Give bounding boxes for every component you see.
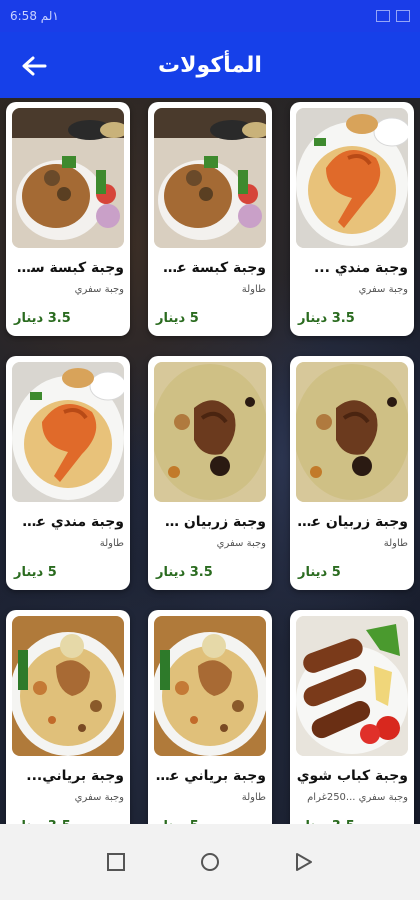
food-type: وجبة سفري bbox=[74, 792, 124, 803]
food-price: 3.5 دينار bbox=[14, 311, 71, 326]
food-price: 5 دينار bbox=[14, 565, 57, 580]
food-card[interactable]: وجبة مندي عل... طاولة 5 دينار bbox=[6, 356, 130, 590]
food-name: وجبة كبسة عل... bbox=[154, 260, 266, 276]
recents-button[interactable] bbox=[104, 850, 128, 874]
food-image bbox=[154, 616, 266, 756]
food-list[interactable]: وجبة مندي ... وجبة سفري 3.5 دينار وجبة ك… bbox=[0, 98, 420, 824]
food-price: 5 دينار bbox=[298, 565, 341, 580]
food-card[interactable]: وجبة زربيان عل... طاولة 5 دينار bbox=[290, 356, 414, 590]
status-bar: 6:58 ١لم bbox=[0, 0, 420, 32]
food-price: 3.5 دينار bbox=[298, 311, 355, 326]
home-button[interactable] bbox=[198, 850, 222, 874]
system-nav-bar bbox=[0, 824, 420, 900]
food-type: وجبة سفري bbox=[74, 284, 124, 295]
food-image bbox=[154, 108, 266, 248]
food-card[interactable]: وجبة برياني عل... طاولة 5 دينار bbox=[148, 610, 272, 824]
food-image bbox=[154, 362, 266, 502]
arrow-left-icon bbox=[22, 56, 47, 76]
food-card[interactable]: وجبة مندي ... وجبة سفري 3.5 دينار bbox=[290, 102, 414, 336]
food-type: طاولة bbox=[241, 284, 266, 295]
food-card[interactable]: وجبة زربيان سف... وجبة سفري 3.5 دينار bbox=[148, 356, 272, 590]
food-card[interactable]: وجبة كباب شوي وجبة سفري ...250غرام 3.5 د… bbox=[290, 610, 414, 824]
back-button[interactable] bbox=[18, 50, 50, 82]
food-image bbox=[296, 362, 408, 502]
food-price: 3.5 دينار bbox=[156, 565, 213, 580]
food-card[interactable]: وجبة كبسة عل... طاولة 5 دينار bbox=[148, 102, 272, 336]
triangle-icon bbox=[296, 853, 312, 871]
signal-icon bbox=[376, 10, 390, 22]
food-price: 5 دينار bbox=[156, 311, 199, 326]
food-name: وجبة برياني... bbox=[26, 768, 124, 784]
food-type: وجبة سفري bbox=[216, 538, 266, 549]
food-type: وجبة سفري ...250غرام bbox=[307, 792, 408, 803]
status-left: 6:58 ١لم bbox=[10, 9, 59, 23]
food-name: وجبة زربيان عل... bbox=[296, 514, 408, 530]
square-icon bbox=[107, 853, 125, 871]
food-type: طاولة bbox=[99, 538, 124, 549]
food-grid: وجبة مندي ... وجبة سفري 3.5 دينار وجبة ك… bbox=[6, 102, 414, 824]
food-type: طاولة bbox=[383, 538, 408, 549]
food-name: وجبة كباب شوي bbox=[296, 768, 408, 784]
food-name: وجبة زربيان سف... bbox=[154, 514, 266, 530]
food-type: وجبة سفري bbox=[358, 284, 408, 295]
app-header: المأكولات bbox=[0, 32, 420, 98]
back-nav-button[interactable] bbox=[292, 850, 316, 874]
food-image bbox=[296, 616, 408, 756]
food-type: طاولة bbox=[241, 792, 266, 803]
food-image bbox=[296, 108, 408, 248]
food-image bbox=[12, 616, 124, 756]
food-image bbox=[12, 108, 124, 248]
status-time: 6:58 ١لم bbox=[10, 9, 59, 23]
food-name: وجبة مندي ... bbox=[313, 260, 408, 276]
food-name: وجبة مندي عل... bbox=[12, 514, 124, 530]
battery-icon bbox=[396, 10, 410, 22]
food-name: وجبة كبسة سف... bbox=[12, 260, 124, 276]
page-title: المأكولات bbox=[158, 52, 262, 78]
circle-icon bbox=[201, 853, 219, 871]
status-icons bbox=[376, 10, 410, 22]
food-card[interactable]: وجبة كبسة سف... وجبة سفري 3.5 دينار bbox=[6, 102, 130, 336]
food-name: وجبة برياني عل... bbox=[154, 768, 266, 784]
food-image bbox=[12, 362, 124, 502]
food-card[interactable]: وجبة برياني... وجبة سفري 3.5 دينار bbox=[6, 610, 130, 824]
